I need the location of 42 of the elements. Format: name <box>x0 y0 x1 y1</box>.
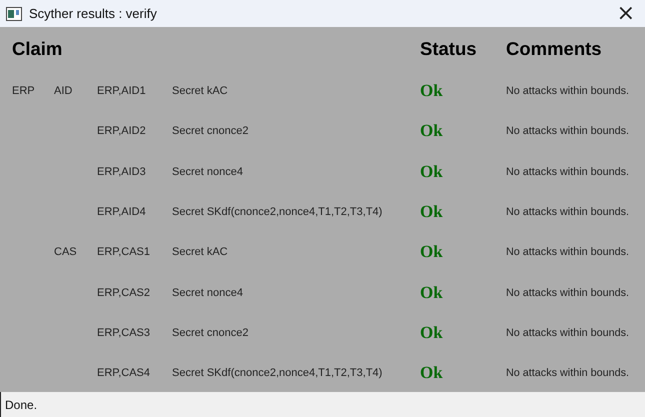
status-text: Ok <box>420 242 444 262</box>
table-cell-text: No attacks within bounds. <box>506 85 630 98</box>
table-cell-text: No attacks within bounds. <box>506 206 630 218</box>
table-cell-text: Secret kAC <box>172 85 229 98</box>
status-text: Ok <box>420 363 444 384</box>
table-cell-text: No attacks within bounds. <box>506 166 630 178</box>
status-text: Ok <box>420 121 444 142</box>
table-cell-text: CAS <box>54 246 78 258</box>
table-cell-text: No attacks within bounds. <box>506 246 630 258</box>
table-cell-text: Secret cnonce2 <box>172 125 250 138</box>
column-header: Claim <box>12 38 64 60</box>
status-text: Ok <box>420 162 444 182</box>
table-cell-text: ERP,CAS1 <box>97 246 151 258</box>
table-cell-text: AID <box>54 85 74 98</box>
table-cell-text: Secret cnonce2 <box>172 326 250 339</box>
close-button[interactable]: × <box>614 4 637 24</box>
table-cell-text: ERP,AID3 <box>97 166 147 178</box>
column-header: Comments <box>506 38 603 60</box>
table-cell-text: Secret nonce4 <box>172 286 244 299</box>
table-cell-text: Secret SKdf(cnonce2,nonce4,T1,T2,T3,T4) <box>172 367 384 380</box>
status-text: Done. <box>5 398 38 412</box>
window-title: Scyther results : verify <box>29 6 158 21</box>
table-cell-text: ERP <box>12 85 36 98</box>
table-cell-text: No attacks within bounds. <box>506 367 630 380</box>
app-icon <box>6 6 22 20</box>
table-cell-text: No attacks within bounds. <box>506 326 630 339</box>
table-cell-text: ERP,AID4 <box>97 206 147 218</box>
table-cell-text: Secret nonce4 <box>172 166 244 178</box>
status-text: Ok <box>420 282 444 303</box>
table-cell-text: ERP,AID1 <box>97 85 147 98</box>
table-cell-text: Secret SKdf(cnonce2,nonce4,T1,T2,T3,T4) <box>172 206 384 218</box>
table-cell-text: Secret kAC <box>172 246 229 258</box>
table-cell-text: No attacks within bounds. <box>506 125 630 138</box>
status-text: Ok <box>420 202 444 222</box>
status-text: Ok <box>420 322 444 343</box>
status-text: Ok <box>420 81 444 102</box>
table-cell-text: ERP,CAS4 <box>97 367 151 380</box>
table-cell-text: ERP,AID2 <box>97 125 147 138</box>
column-header: Status <box>420 38 478 60</box>
table-cell-text: ERP,CAS2 <box>97 286 151 299</box>
table-cell-text: No attacks within bounds. <box>506 286 630 299</box>
table-cell-text: ERP,CAS3 <box>97 326 151 339</box>
